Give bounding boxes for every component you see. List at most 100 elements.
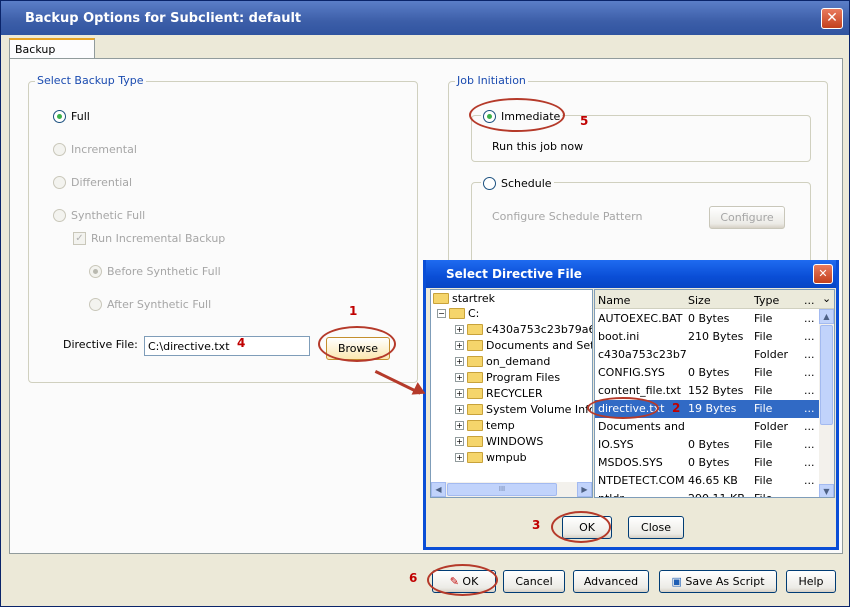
close-icon[interactable]: ✕ (821, 8, 843, 29)
radio-before-synthetic[interactable]: Before Synthetic Full (89, 265, 221, 278)
file-row[interactable]: NTDETECT.COM 46.65 KB File... (595, 472, 821, 490)
column-more[interactable]: ... (804, 294, 815, 307)
file-vertical-scrollbar[interactable]: ▲ ▼ (819, 309, 834, 497)
tree-folder-label: RECYCLER (486, 387, 543, 400)
file-more: ... (804, 312, 815, 325)
radio-circle (53, 143, 66, 156)
folder-tree: startrek − C: + c430a753c23b79a6f + Documen… (430, 289, 593, 498)
radio-circle (53, 209, 66, 222)
radio-circle (53, 110, 66, 123)
file-type: File (754, 312, 773, 325)
radio-full[interactable]: Full (53, 110, 90, 123)
file-row[interactable]: c430a753c23b7... Folder... (595, 346, 821, 364)
file-row[interactable]: AUTOEXEC.BAT 0 Bytes File... (595, 310, 821, 328)
tree-folder[interactable]: + c430a753c23b79a6f (455, 323, 592, 336)
configure-button[interactable]: Configure (709, 206, 785, 229)
file-row[interactable]: Documents and... Folder... (595, 418, 821, 436)
file-type: File (754, 492, 802, 497)
radio-full-label: Full (71, 110, 90, 123)
collapse-icon: − (437, 309, 446, 318)
dialog-title: Select Directive File (426, 260, 836, 288)
radio-incremental-label: Incremental (71, 143, 137, 156)
file-name: AUTOEXEC.BAT (598, 312, 683, 325)
script-icon: ▣ (671, 575, 682, 588)
tree-folder[interactable]: + WINDOWS (455, 435, 543, 448)
tree-folder[interactable]: + Documents and Setti (455, 339, 592, 352)
file-more: ... (804, 456, 815, 469)
directive-file-input[interactable]: C:\directive.txt (144, 336, 310, 356)
folder-icon (467, 420, 483, 431)
backup-type-legend: Select Backup Type (35, 74, 146, 87)
tree-drive[interactable]: − C: (437, 307, 479, 320)
dialog-close-button[interactable]: Close (628, 516, 684, 539)
scroll-thumb[interactable]: III (447, 483, 557, 496)
dialog-close-icon[interactable]: ✕ (813, 264, 833, 284)
tree-folder[interactable]: + wmpub (455, 451, 527, 464)
folder-icon (467, 388, 483, 399)
tree-folder[interactable]: + on_demand (455, 355, 550, 368)
save-as-script-button[interactable]: ▣ Save As Script (659, 570, 777, 593)
scroll-thumb[interactable] (820, 325, 833, 425)
tree-folder[interactable]: + System Volume Infor (455, 403, 592, 416)
save-as-script-label: Save As Script (685, 575, 765, 588)
expand-icon: + (455, 405, 464, 414)
advanced-button[interactable]: Advanced (573, 570, 649, 593)
file-row[interactable]: ntldr290.11 KBFile... (595, 490, 821, 497)
scroll-right-icon[interactable]: ▶ (577, 482, 592, 497)
file-row[interactable]: CONFIG.SYS 0 Bytes File... (595, 364, 821, 382)
job-initiation-legend: Job Initiation (455, 74, 528, 87)
expand-icon: + (455, 421, 464, 430)
radio-schedule[interactable]: Schedule (481, 177, 554, 190)
radio-after-label: After Synthetic Full (107, 298, 212, 311)
folder-icon (467, 404, 483, 415)
column-name[interactable]: Name (598, 294, 630, 307)
scroll-left-icon[interactable]: ◀ (431, 482, 446, 497)
scroll-up-icon[interactable]: ▲ (819, 309, 834, 324)
file-more: ... (804, 366, 815, 379)
file-more: ... (804, 402, 815, 415)
folder-icon (467, 340, 483, 351)
cancel-button[interactable]: Cancel (503, 570, 565, 593)
folder-icon (467, 372, 483, 383)
folder-icon (449, 308, 465, 319)
column-size[interactable]: Size (688, 294, 711, 307)
radio-synthetic-full[interactable]: Synthetic Full (53, 209, 145, 222)
file-type: File (754, 456, 773, 469)
tree-folder-label: Program Files (486, 371, 561, 384)
file-size: 46.65 KB (688, 474, 738, 487)
annotation-oval-immediate (469, 98, 565, 132)
tree-drive-label: C: (468, 307, 480, 320)
tree-folder[interactable]: + RECYCLER (455, 387, 543, 400)
tab-backup-options[interactable]: Backup Options (9, 38, 95, 69)
tree-horizontal-scrollbar[interactable]: ◀ III ▶ (431, 482, 592, 497)
run-incremental-checkbox[interactable]: ✓ Run Incremental Backup (73, 232, 225, 245)
file-size: 0 Bytes (688, 438, 730, 451)
radio-differential[interactable]: Differential (53, 176, 132, 189)
title-bar: Backup Options for Subclient: default ✕ (1, 1, 849, 35)
radio-circle (89, 298, 102, 311)
tree-root[interactable]: startrek (433, 292, 495, 305)
radio-differential-label: Differential (71, 176, 133, 189)
file-size: 152 Bytes (688, 384, 744, 397)
file-more: ... (804, 420, 815, 433)
file-size: 0 Bytes (688, 366, 730, 379)
radio-after-synthetic[interactable]: After Synthetic Full (89, 298, 211, 311)
tree-folder[interactable]: + temp (455, 419, 515, 432)
tree-folder[interactable]: + Program Files (455, 371, 560, 384)
radio-circle (89, 265, 102, 278)
radio-incremental[interactable]: Incremental (53, 143, 137, 156)
file-row[interactable]: boot.ini 210 Bytes File... (595, 328, 821, 346)
column-type[interactable]: Type (754, 294, 779, 307)
file-row[interactable]: IO.SYS 0 Bytes File... (595, 436, 821, 454)
annotation-number-5: 5 (580, 114, 589, 128)
radio-before-label: Before Synthetic Full (107, 265, 221, 278)
tree-folder-label: wmpub (486, 451, 527, 464)
file-type: File (754, 474, 773, 487)
expand-icon: + (455, 389, 464, 398)
scroll-down-icon[interactable]: ▼ (819, 484, 834, 497)
file-row[interactable]: MSDOS.SYS 0 Bytes File... (595, 454, 821, 472)
column-chooser-icon[interactable]: ⌄ (822, 292, 831, 305)
file-name: Documents and... (598, 420, 686, 433)
help-button[interactable]: Help (786, 570, 836, 593)
radio-circle (483, 177, 496, 190)
